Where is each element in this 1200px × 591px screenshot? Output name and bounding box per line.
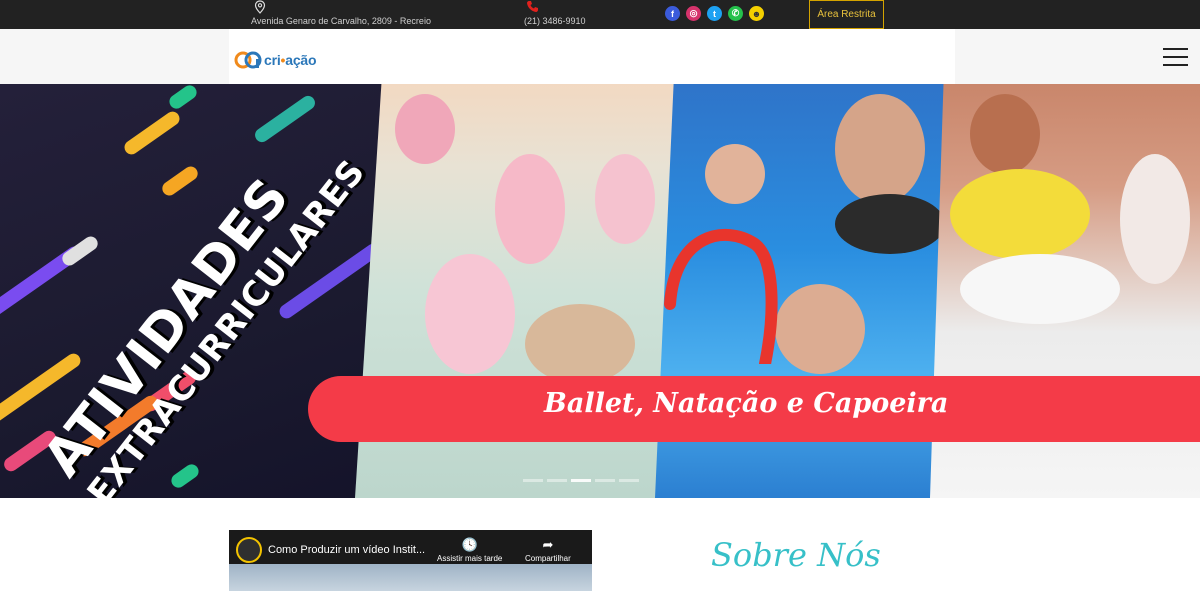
instagram-icon[interactable]: ◎ — [686, 6, 701, 21]
pool-noodle — [664, 228, 778, 364]
header-container: cri•ação — [229, 29, 955, 84]
whatsapp-icon[interactable]: ✆ — [728, 6, 743, 21]
youtube-video-embed[interactable]: Como Produzir um vídeo Instit... 🕓 Assis… — [229, 530, 592, 591]
channel-avatar[interactable] — [236, 537, 262, 563]
share-button[interactable]: ➦ Compartilhar — [525, 536, 571, 563]
watch-later-button[interactable]: 🕓 Assistir mais tarde — [437, 536, 502, 563]
slide-indicator-active[interactable] — [571, 479, 591, 482]
logo-mark-icon — [234, 51, 262, 69]
hamburger-menu-icon[interactable] — [1163, 48, 1188, 66]
video-thumbnail[interactable] — [229, 564, 592, 591]
location-pin-icon — [254, 0, 266, 14]
main-header: cri•ação — [0, 29, 1200, 84]
top-bar: Avenida Genaro de Carvalho, 2809 - Recre… — [0, 0, 1200, 29]
address-text: Avenida Genaro de Carvalho, 2809 - Recre… — [251, 16, 431, 26]
share-arrow-icon: ➦ — [542, 537, 554, 552]
phone-text: (21) 3486-9910 — [524, 16, 586, 26]
video-title[interactable]: Como Produzir um vídeo Instit... — [268, 544, 425, 556]
site-logo[interactable]: cri•ação — [234, 49, 317, 71]
snapchat-icon[interactable]: ☻ — [749, 6, 764, 21]
banner-text: Ballet, Natação e Capoeira — [544, 388, 949, 419]
twitter-icon[interactable]: t — [707, 6, 722, 21]
logo-wordmark: cri•ação — [264, 52, 317, 68]
about-heading: Sobre Nós — [711, 536, 881, 574]
phone-icon — [527, 1, 538, 12]
facebook-icon[interactable]: f — [665, 6, 680, 21]
social-links: f ◎ t ✆ ☻ — [665, 6, 764, 22]
activities-banner: Ballet, Natação e Capoeira — [308, 376, 1200, 442]
hero-slider[interactable]: ATIVIDADES EXTRACURRICULARES Ballet, Nat… — [0, 84, 1200, 498]
restricted-area-button[interactable]: Área Restrita — [809, 0, 884, 29]
slide-indicator[interactable] — [547, 479, 567, 482]
slide-indicator[interactable] — [595, 479, 615, 482]
clock-icon: 🕓 — [461, 537, 478, 552]
slide-indicator[interactable] — [619, 479, 639, 482]
share-label: Compartilhar — [525, 554, 571, 563]
slider-indicators — [523, 479, 639, 482]
watch-later-label: Assistir mais tarde — [437, 554, 503, 563]
slide-indicator[interactable] — [523, 479, 543, 482]
